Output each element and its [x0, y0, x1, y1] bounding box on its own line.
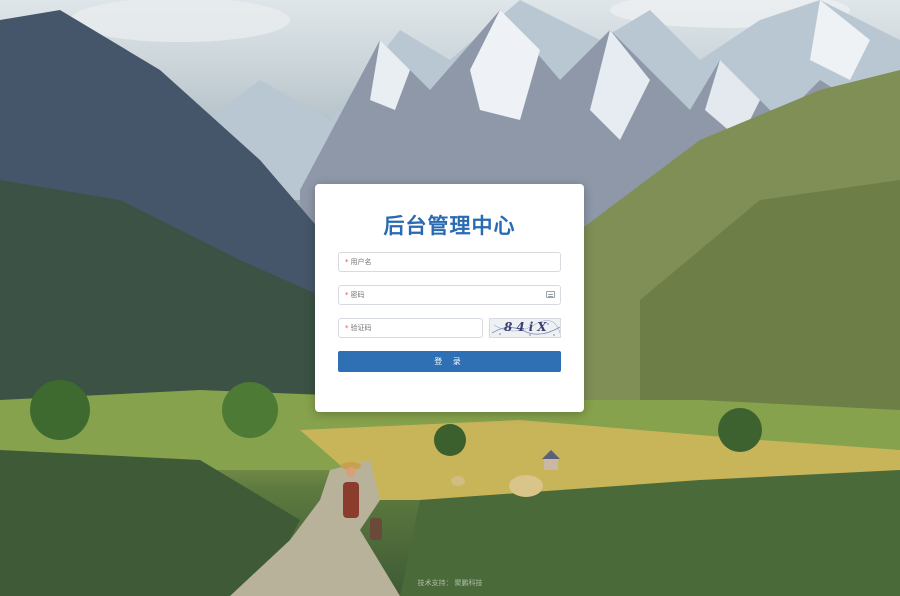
captcha-input[interactable] — [350, 324, 482, 332]
password-input[interactable] — [350, 291, 560, 299]
login-button[interactable]: 登 录 — [338, 351, 561, 372]
keyboard-icon[interactable] — [546, 291, 555, 298]
footer-label: 技术支持： — [417, 579, 453, 587]
password-field[interactable]: * — [338, 285, 561, 305]
username-field[interactable]: * — [338, 252, 561, 272]
required-mark: * — [345, 291, 349, 299]
captcha-text: 84iX — [504, 320, 551, 334]
required-mark: * — [345, 258, 349, 266]
login-card: 后台管理中心 * * * 84iX 登 录 — [315, 184, 584, 412]
captcha-image[interactable]: 84iX — [489, 318, 561, 338]
page-title: 后台管理中心 — [383, 214, 516, 238]
footer: 技术支持： 聚鹏科技 — [0, 578, 900, 588]
footer-provider-link[interactable]: 聚鹏科技 — [455, 579, 483, 587]
username-input[interactable] — [350, 258, 560, 266]
required-mark: * — [345, 324, 349, 332]
captcha-field[interactable]: * — [338, 318, 483, 338]
